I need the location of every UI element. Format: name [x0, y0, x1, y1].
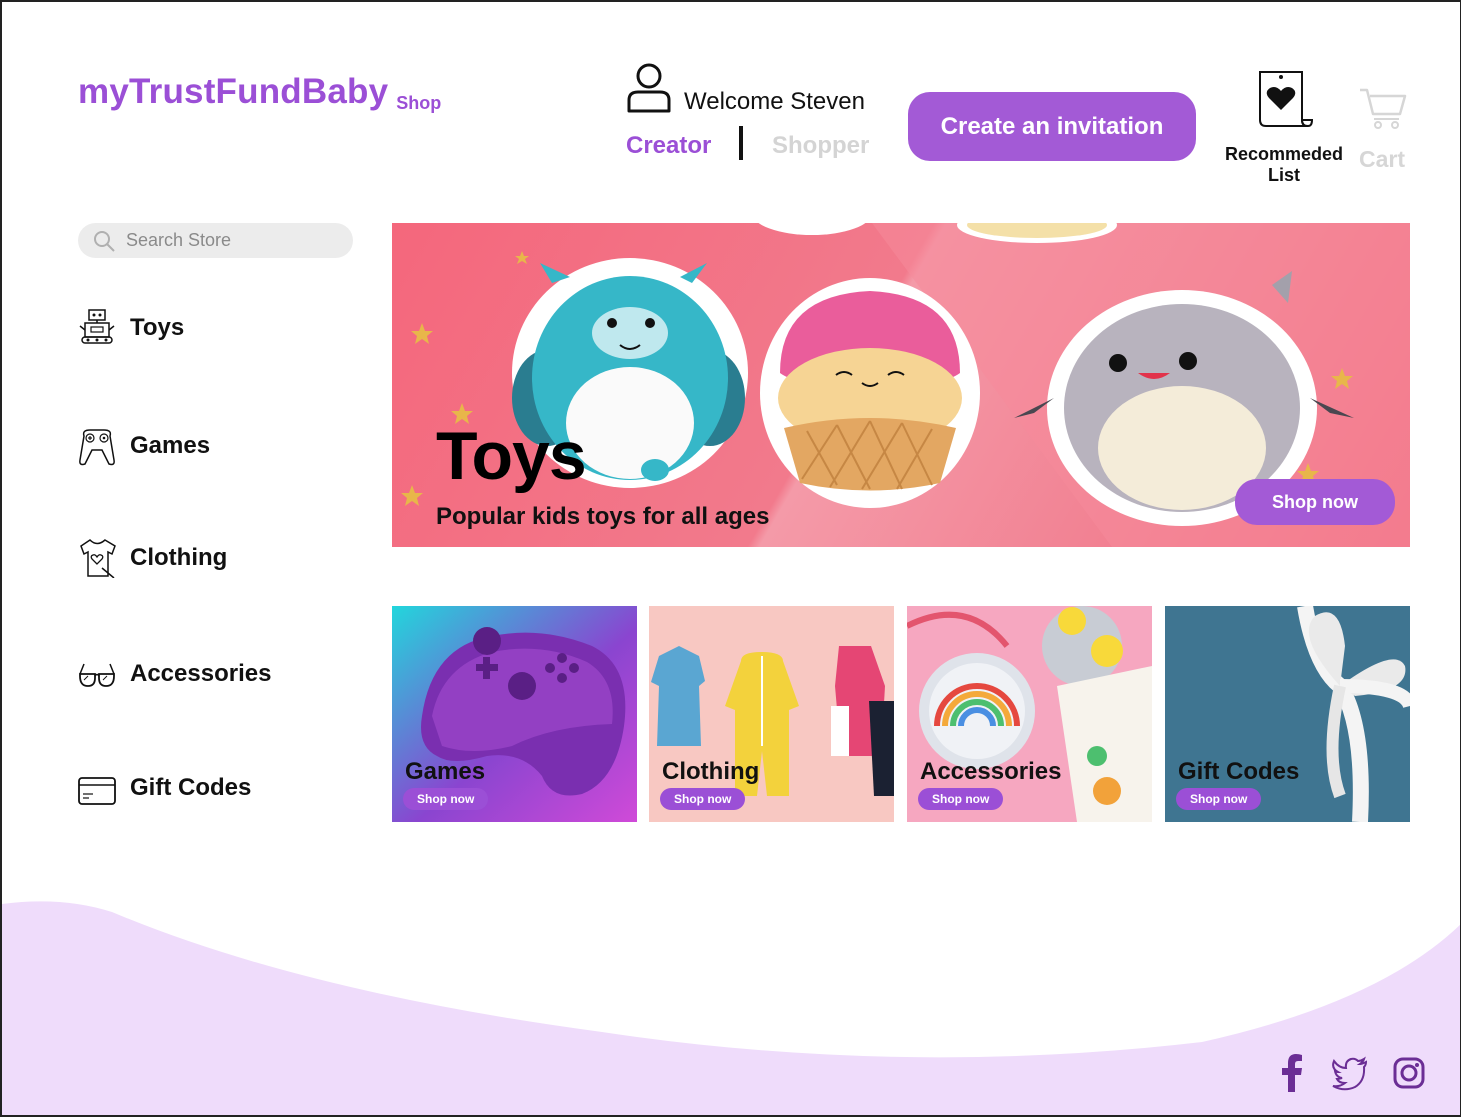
category-shop-now-button[interactable]: Shop now	[660, 788, 746, 810]
gamepad-icon	[79, 429, 115, 466]
facebook-icon[interactable]	[1274, 1054, 1310, 1092]
hero-subtitle: Popular kids toys for all ages	[436, 503, 770, 530]
cart-label[interactable]: Cart	[1359, 146, 1405, 173]
sidebar-item-games[interactable]: Games	[78, 426, 210, 466]
user-icon[interactable]	[626, 62, 672, 114]
welcome-text: Welcome Steven	[684, 88, 865, 115]
search-icon	[94, 230, 115, 252]
category-shop-now-button[interactable]: Shop now	[1176, 788, 1262, 810]
category-card-clothing[interactable]: Clothing Shop now	[649, 606, 894, 822]
category-card-games[interactable]: Games Shop now	[392, 606, 637, 822]
category-label: Gift Codes	[1178, 758, 1300, 785]
category-shop-now-button[interactable]: Shop now	[403, 788, 489, 810]
sidebar-item-label: Accessories	[130, 660, 272, 687]
shirt-icon	[80, 539, 116, 578]
footer-wave	[2, 901, 1460, 1115]
hero-shop-now-button[interactable]: Shop now	[1235, 479, 1395, 525]
role-toggle-creator[interactable]: Creator	[626, 132, 711, 160]
app-frame: myTrustFundBaby Shop Welcome Steven Crea…	[0, 0, 1461, 1117]
sidebar-item-label: Clothing	[130, 544, 228, 571]
sidebar-item-label: Games	[130, 432, 211, 459]
hero-title: Toys	[436, 418, 587, 494]
sidebar-item-toys[interactable]: Toys	[78, 308, 184, 348]
card-icon	[78, 777, 116, 805]
sidebar-item-gift-codes[interactable]: Gift Codes	[78, 768, 251, 808]
category-card-accessories[interactable]: Accessories Shop now	[907, 606, 1152, 822]
instagram-icon[interactable]	[1392, 1054, 1428, 1092]
robot-icon	[79, 309, 115, 344]
glasses-icon	[79, 663, 115, 687]
brand-name: myTrustFundBaby	[78, 72, 389, 111]
recommended-list-label[interactable]: Recommeded List	[1222, 144, 1346, 186]
category-label: Clothing	[662, 758, 760, 785]
brand-logo[interactable]: myTrustFundBaby Shop	[78, 72, 442, 113]
sidebar-item-label: Gift Codes	[130, 774, 252, 801]
sidebar-item-accessories[interactable]: Accessories	[78, 654, 271, 694]
category-card-gift-codes[interactable]: Gift Codes Shop now	[1165, 606, 1410, 822]
twitter-icon[interactable]	[1332, 1054, 1368, 1092]
hero-banner[interactable]: Toys Popular kids toys for all ages Shop…	[392, 223, 1410, 547]
sidebar-item-label: Toys	[130, 314, 185, 341]
category-label: Accessories	[920, 758, 1062, 785]
category-shop-now-button[interactable]: Shop now	[918, 788, 1004, 810]
cart-icon[interactable]	[1358, 86, 1408, 130]
search-input[interactable]	[126, 230, 336, 251]
recommended-list-icon[interactable]	[1254, 68, 1314, 130]
brand-sub: Shop	[396, 93, 442, 113]
create-invitation-button[interactable]: Create an invitation	[908, 92, 1196, 161]
role-toggle-shopper[interactable]: Shopper	[772, 132, 869, 160]
search-bar[interactable]	[78, 223, 353, 258]
category-label: Games	[405, 758, 486, 785]
sidebar-item-clothing[interactable]: Clothing	[78, 538, 227, 578]
role-divider	[739, 126, 743, 160]
